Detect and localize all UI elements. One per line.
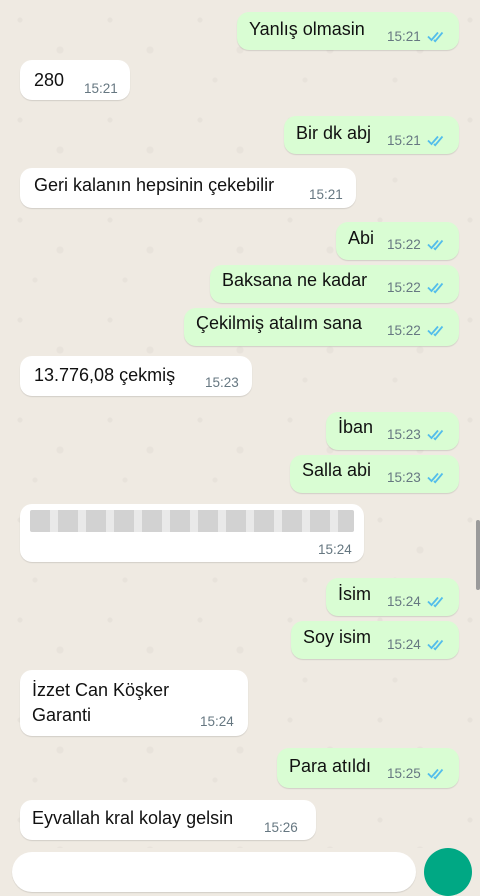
message-text: Eyvallah kral kolay gelsin — [32, 808, 234, 828]
scrollbar[interactable] — [476, 520, 480, 590]
message-time: 15:21 — [387, 133, 421, 148]
message-text-line2: Garanti — [32, 705, 92, 725]
message-time: 15:24 — [387, 594, 421, 609]
message-text: Baksana ne kadar — [222, 270, 368, 290]
double-check-icon — [427, 768, 444, 780]
message-outgoing[interactable]: Soy isim 15:24 — [291, 621, 459, 659]
message-text: Abi — [348, 228, 375, 248]
message-outgoing[interactable]: Baksana ne kadar 15:22 — [210, 265, 459, 303]
message-time: 15:23 — [387, 427, 421, 442]
message-incoming-redacted[interactable]: 15:24 — [20, 504, 364, 562]
double-check-icon — [427, 135, 444, 147]
message-outgoing[interactable]: Çekilmiş atalım sana 15:22 — [184, 308, 459, 346]
message-incoming[interactable]: Eyvallah kral kolay gelsin 15:26 — [20, 800, 316, 840]
message-incoming[interactable]: 13.776,08 çekmiş 15:23 — [20, 356, 252, 396]
message-time: 15:26 — [264, 820, 298, 835]
message-incoming[interactable]: 280 15:21 — [20, 60, 130, 100]
message-time: 15:21 — [309, 187, 343, 202]
message-time: 15:21 — [84, 81, 118, 96]
message-text: Bir dk abj — [296, 123, 372, 143]
message-text: 13.776,08 çekmiş — [34, 365, 176, 385]
message-text: Para atıldı — [289, 756, 372, 776]
message-text: İzzet Can Köşker — [32, 680, 170, 700]
double-check-icon — [427, 31, 444, 43]
double-check-icon — [427, 239, 444, 251]
message-outgoing[interactable]: Yanlış olmasin 15:21 — [237, 12, 459, 50]
double-check-icon — [427, 596, 444, 608]
message-outgoing[interactable]: İsim 15:24 — [326, 578, 459, 616]
double-check-icon — [427, 639, 444, 651]
message-outgoing[interactable]: Bir dk abj 15:21 — [284, 116, 459, 154]
message-time: 15:22 — [387, 237, 421, 252]
message-incoming[interactable]: Geri kalanın hepsinin çekebilir 15:21 — [20, 168, 356, 208]
message-time: 15:24 — [200, 714, 234, 729]
send-button[interactable] — [424, 848, 472, 896]
redacted-text — [30, 510, 354, 532]
message-time: 15:21 — [387, 29, 421, 44]
message-text: Geri kalanın hepsinin çekebilir — [34, 175, 275, 195]
message-time: 15:23 — [205, 375, 239, 390]
message-outgoing[interactable]: Para atıldı 15:25 — [277, 748, 459, 788]
message-outgoing[interactable]: İban 15:23 — [326, 412, 459, 450]
message-outgoing[interactable]: Abi 15:22 — [336, 222, 459, 260]
message-outgoing[interactable]: Salla abi 15:23 — [290, 455, 459, 493]
message-text: İban — [338, 417, 374, 437]
message-incoming[interactable]: İzzet Can Köşker Garanti 15:24 — [20, 670, 248, 736]
message-time: 15:24 — [387, 637, 421, 652]
message-time: 15:24 — [318, 542, 352, 557]
double-check-icon — [427, 325, 444, 337]
message-text: 280 — [34, 70, 65, 90]
double-check-icon — [427, 472, 444, 484]
double-check-icon — [427, 429, 444, 441]
message-input[interactable] — [12, 852, 416, 892]
message-time: 15:23 — [387, 470, 421, 485]
message-time: 15:22 — [387, 280, 421, 295]
double-check-icon — [427, 282, 444, 294]
message-text: Soy isim — [303, 627, 372, 647]
message-text: Çekilmiş atalım sana — [196, 313, 363, 333]
message-text: İsim — [338, 584, 371, 604]
message-time: 15:25 — [387, 766, 421, 781]
message-text: Yanlış olmasin — [249, 19, 365, 39]
message-time: 15:22 — [387, 323, 421, 338]
message-text: Salla abi — [302, 460, 372, 480]
